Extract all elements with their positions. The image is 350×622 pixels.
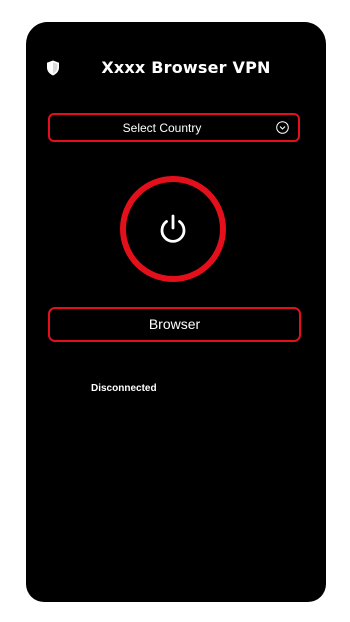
app-screen: Xxxx Browser VPN Select Country Browser … <box>26 22 326 602</box>
country-select-label: Select Country <box>122 121 202 135</box>
app-title: Xxxx Browser VPN <box>101 58 271 77</box>
chevron-down-icon <box>276 121 289 134</box>
connect-power-button[interactable] <box>120 176 226 282</box>
country-select[interactable]: Select Country <box>48 113 300 142</box>
browser-button[interactable]: Browser <box>48 307 301 342</box>
power-icon <box>156 212 190 246</box>
app-header: Xxxx Browser VPN <box>26 56 326 82</box>
connection-status: Disconnected <box>91 383 157 394</box>
